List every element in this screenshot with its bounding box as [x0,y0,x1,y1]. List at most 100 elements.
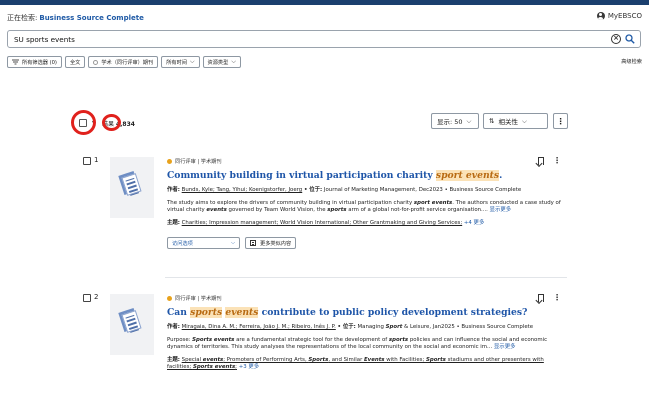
subject-highlight: Sports [308,356,329,363]
abstract-highlight: sport events [413,200,453,206]
access-options-label: 访问选项 [172,240,193,247]
peer-reviewed-icon [167,295,172,301]
abstract-text: arm of a global not-for-profit service o… [346,207,490,214]
result-number: 2 [94,293,99,301]
venue-highlight: Sport [385,324,403,330]
result-checkbox[interactable] [83,294,91,302]
all-filters-button[interactable]: 所有筛选器 (0) [7,56,62,68]
bookmark-icon[interactable] [538,157,544,165]
result-type: 同行评审 | 学术期刊 [167,157,567,165]
result-authors: 作者: Miragaia, Dina A. M.; Ferreira, João… [167,324,567,331]
title-text: contribute to public policy development … [258,307,528,318]
search-icon[interactable] [625,34,635,44]
subject-links[interactable]: Special events; Promoters of Performing … [167,357,544,370]
more-like-this-label: 更多类似内容 [260,240,292,247]
abstract-text: Purpose: [167,337,193,343]
subject-text: , and Similar [328,356,364,363]
more-options-icon[interactable]: ⋮ [553,156,561,165]
chevron-down-icon: ⌵ [189,58,195,65]
bookmark-icon[interactable] [538,294,544,302]
abstract-highlight: sports [327,207,347,214]
database-link[interactable]: Business Source Complete [39,14,144,22]
subject-highlight: Events [364,356,385,363]
access-options-dropdown[interactable]: 访问选项 ⌵ [167,237,240,250]
authors-label: 作者: [167,324,180,330]
subjects-more-link[interactable]: +4 更多 [464,220,484,226]
page-size-dropdown[interactable]: 显示: 50 ⌵ [431,113,479,129]
result-abstract: The study aims to explore the drivers of… [167,200,567,215]
abstract-highlight: events [206,207,227,214]
chevron-down-icon: ⌵ [231,239,235,246]
result-item: 1 同行评审 | 学术期刊 Community building in virt… [83,156,643,267]
results-toolbar: ▾ 结果 4,834 显示: 50 ⌵ ⇅ 相关性 ⌵ ⋮ [71,110,641,135]
searching-label: 正在检索: [7,14,38,22]
result-type-label: 同行评审 | 学术期刊 [175,295,222,302]
author-links[interactable]: Miragaia, Dina A. M.; Ferreira, João J. … [182,324,336,330]
filter-toolbar: 所有筛选器 (0) 全文 学术（同行评审）期刊 所有时间 ⌵ 资源类型 ⌵ 高级… [7,55,642,69]
abstract-text: governed by Team World Vision, the [226,207,328,214]
sort-label: 相关性 [498,118,518,126]
subject-links[interactable]: Charities; Impression management; World … [182,220,463,226]
result-title-link[interactable]: Community building in virtual participat… [167,170,567,181]
result-title-link[interactable]: Can sports events contribute to public p… [167,307,567,318]
title-text: Can [167,307,191,318]
more-options-icon[interactable]: ⋮ [553,113,568,129]
subjects-label: 主题: [167,219,180,226]
clear-search-icon[interactable]: × [611,34,621,44]
full-text-toggle[interactable]: 全文 [64,56,86,68]
all-filters-label: 所有筛选器 (0) [22,59,57,66]
abstract-text: The study aims to explore the drivers of… [167,200,414,206]
account-icon [596,12,605,20]
subjects-label: 主题: [167,356,180,363]
subject-highlight: Sports events [192,364,236,371]
full-text-label: 全文 [69,59,81,66]
result-subjects: 主题: Charities; Impression management; Wo… [167,220,567,227]
venue-label: • 位于: [303,187,323,193]
source-type-dropdown[interactable]: 资源类型 ⌵ [202,56,241,68]
venue-text: Journal of Marketing Management, Dec2023… [323,187,522,193]
show-more-link[interactable]: 显示更多 [490,207,512,213]
venue-text: & Leisure, Jan2025 • Business Source Com… [402,324,534,330]
more-like-this-button[interactable]: 更多类似内容 [245,237,297,250]
title-highlight: sports [190,307,223,318]
date-range-dropdown[interactable]: 所有时间 ⌵ [161,56,200,68]
search-input[interactable]: SU sports events × [7,30,641,48]
myebsco-button[interactable]: MyEBSCO [596,12,642,20]
peer-reviewed-toggle[interactable]: 学术（同行评审）期刊 [88,56,159,68]
sort-dropdown[interactable]: ⇅ 相关性 ⌵ [483,113,548,129]
title-highlight: sport events [435,170,500,181]
abstract-text: are a fundamental strategic tool for the… [234,337,389,343]
more-options-icon[interactable]: ⋮ [553,293,561,302]
title-text: Community building in virtual participat… [167,170,436,181]
filter-icon [12,59,19,65]
chevron-down-icon: ⌵ [231,58,236,65]
subjects-more-link[interactable]: +3 更多 [239,364,259,370]
sort-icon: ⇅ [489,117,495,125]
title-highlight: events [225,307,259,318]
subject-text: ; Promoters of Performing Arts, [223,356,309,363]
result-authors: 作者: Bunds, Kyle; Tang, Yihui; Koenigstor… [167,187,567,194]
annotation-circle-checkbox [71,110,96,135]
advanced-search-link[interactable]: 高级检索 [621,58,642,65]
result-divider [165,277,567,278]
result-number: 1 [94,156,99,164]
result-item: 2 同行评审 | 学术期刊 Can sports events contribu… [83,293,643,394]
result-checkbox[interactable] [83,157,91,165]
abstract-highlight: Sports events [192,337,235,343]
show-more-link[interactable]: 显示更多 [494,344,516,350]
myebsco-label: MyEBSCO [607,12,642,20]
source-type-label: 资源类型 [207,59,229,66]
journal-thumbnail[interactable] [110,157,154,218]
authors-label: 作者: [167,187,180,193]
peer-reviewed-label: 学术（同行评审）期刊 [101,59,154,66]
subject-text: Special [181,356,203,363]
result-type-label: 同行评审 | 学术期刊 [175,158,222,165]
journal-thumbnail[interactable] [110,294,154,355]
search-query-text: SU sports events [14,34,75,44]
author-links[interactable]: Bunds, Kyle; Tang, Yihui; Koenigstorfer,… [182,187,303,193]
result-subjects: 主题: Special events; Promoters of Perform… [167,357,567,372]
peer-reviewed-icon [167,158,172,164]
abstract-highlight: sports [388,337,409,343]
subject-text: with Facilities; [384,356,426,363]
chevron-down-icon: ⌵ [466,116,472,125]
